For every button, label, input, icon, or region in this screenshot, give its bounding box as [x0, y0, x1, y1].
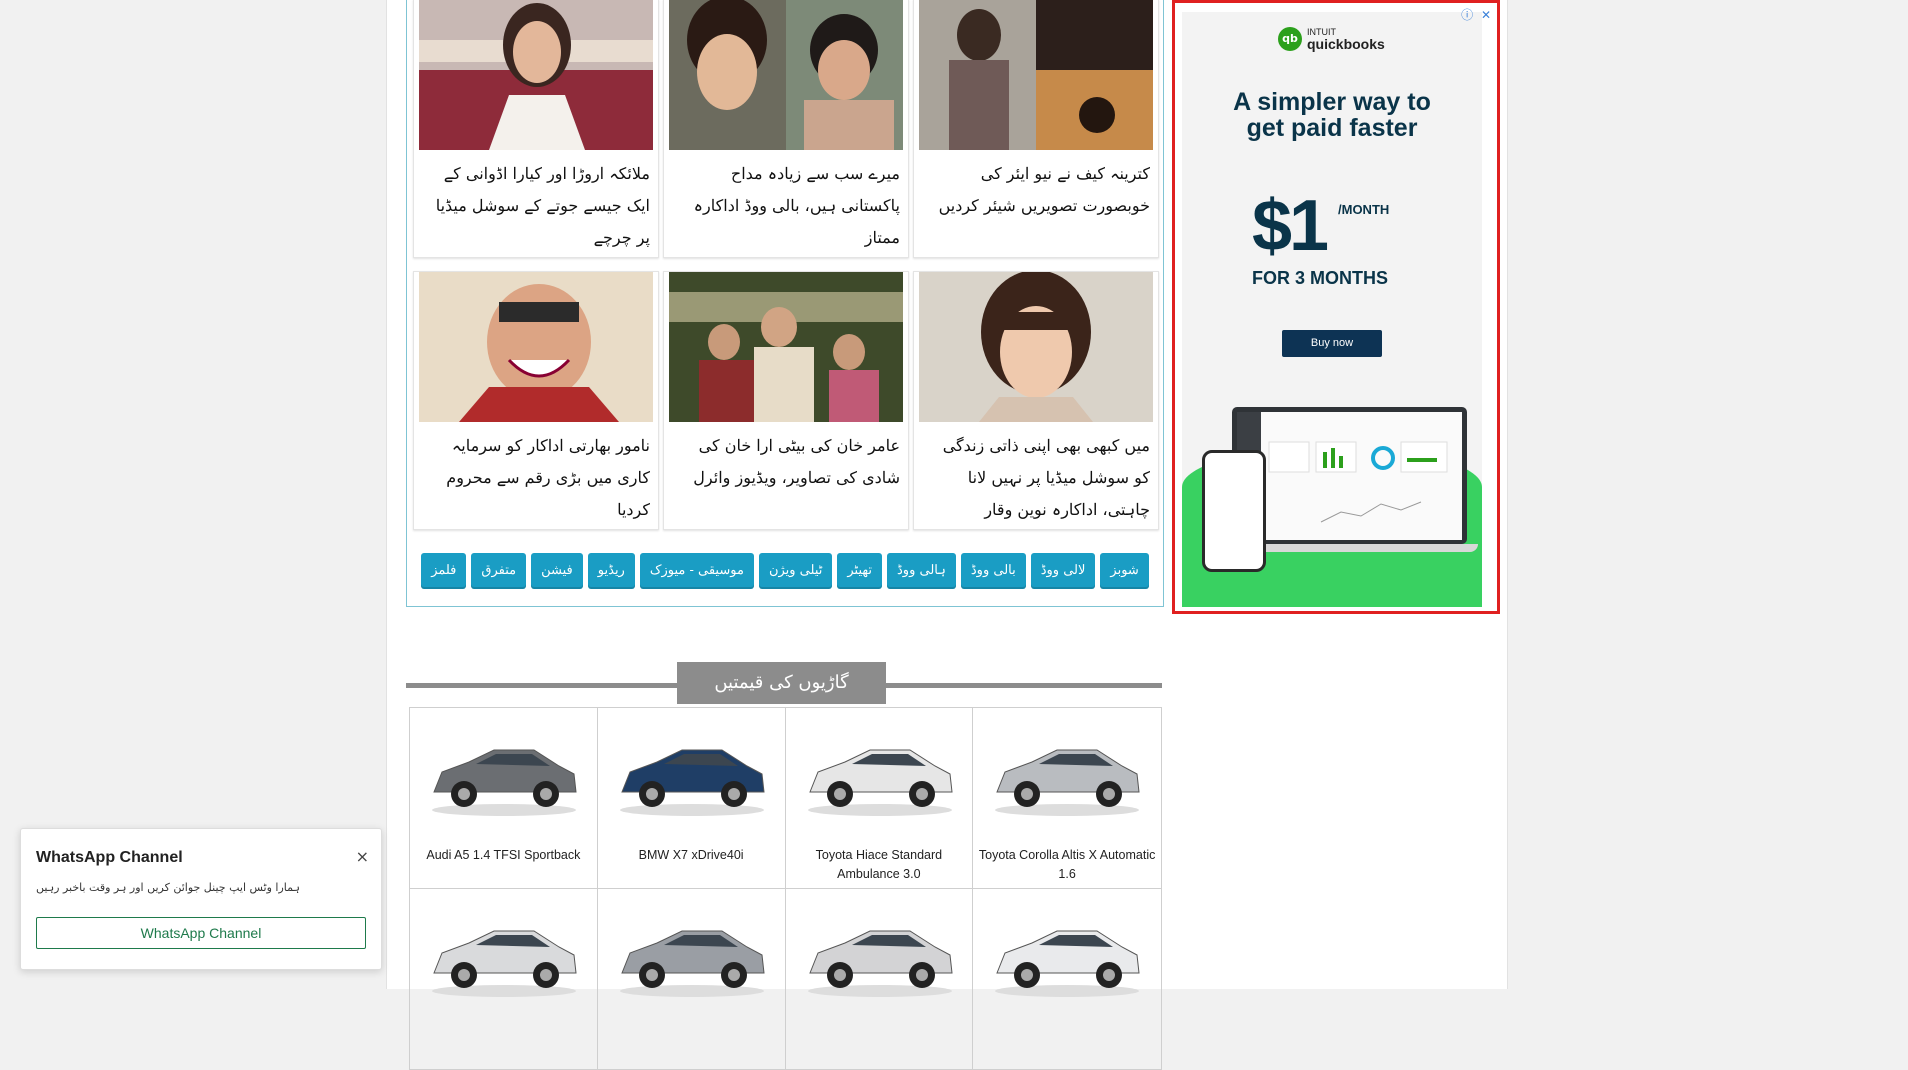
intuit-label: INTUIT: [1307, 26, 1336, 37]
ad-price: $1 /MONTH: [1252, 190, 1389, 262]
category-button[interactable]: شوبز: [1100, 553, 1149, 589]
news-card[interactable]: میرے سب سے زیادہ مداح پاکستانی ہیں، بالی…: [663, 0, 909, 258]
ad-duration: FOR 3 MONTHS: [1252, 268, 1389, 288]
info-icon[interactable]: ⓘ: [1461, 8, 1473, 22]
popup-message: ہمارا وٹس ایپ چینل جوائن کریں اور ہر وقت…: [36, 881, 300, 894]
close-icon[interactable]: ×: [356, 847, 369, 866]
category-buttons: شوبز لالی ووڈ بالی ووڈ ہالی ووڈ تھیٹر ٹی…: [407, 553, 1163, 589]
news-card[interactable]: کترینہ کیف نے نیو ایئر کی خوبصورت تصویری…: [913, 0, 1159, 258]
car-item[interactable]: [597, 889, 786, 1070]
news-title[interactable]: عامر خان کی بیٹی ارا خان کی شادی کی تصاو…: [672, 430, 900, 494]
showbiz-news-box: ملائکہ اروڑا اور کیارا اڈوانی کے ایک جیس…: [406, 0, 1164, 607]
car-item[interactable]: BMW X7 xDrive40i: [597, 708, 786, 889]
news-card[interactable]: نامور بھارتی اداکار کو سرمایہ کاری میں ب…: [413, 271, 659, 530]
news-card[interactable]: ملائکہ اروڑا اور کیارا اڈوانی کے ایک جیس…: [413, 0, 659, 258]
category-button[interactable]: فلمز: [421, 553, 467, 589]
quickbooks-label: quickbooks: [1307, 35, 1385, 52]
news-card[interactable]: عامر خان کی بیٹی ارا خان کی شادی کی تصاو…: [663, 271, 909, 530]
cars-section-title: گاڑیوں کی قیمتیں: [677, 662, 886, 704]
ad-headline: A simpler way to get paid faster: [1233, 88, 1431, 142]
category-button[interactable]: ریڈیو: [587, 553, 635, 589]
news-thumbnail[interactable]: [919, 272, 1153, 422]
ad-price-amount: $1: [1252, 186, 1329, 266]
category-button[interactable]: تھیٹر: [837, 553, 883, 589]
news-title[interactable]: ملائکہ اروڑا اور کیارا اڈوانی کے ایک جیس…: [422, 158, 650, 254]
qb-brand-text: INTUIT quickbooks: [1307, 26, 1385, 52]
car-image[interactable]: [612, 722, 772, 822]
ad-price-period: /MONTH: [1338, 202, 1390, 217]
category-button[interactable]: فیشن: [531, 553, 583, 589]
news-title[interactable]: میرے سب سے زیادہ مداح پاکستانی ہیں، بالی…: [672, 158, 900, 254]
news-thumbnail[interactable]: [919, 0, 1153, 150]
whatsapp-channel-popup: WhatsApp Channel × ہمارا وٹس ایپ چینل جو…: [20, 828, 382, 970]
ad-creative[interactable]: qb INTUIT quickbooks A simpler way to ge…: [1182, 12, 1482, 607]
popup-title: WhatsApp Channel: [36, 849, 183, 866]
car-name[interactable]: Toyota Hiace Standard Ambulance 3.0: [790, 846, 969, 884]
category-button[interactable]: متفرق: [471, 553, 527, 589]
car-item[interactable]: [785, 889, 974, 1070]
whatsapp-channel-button[interactable]: WhatsApp Channel: [36, 917, 366, 949]
car-image[interactable]: [800, 722, 960, 822]
news-card[interactable]: میں کبھی بھی اپنی ذاتی زندگی کو سوشل میڈ…: [913, 271, 1159, 530]
category-button[interactable]: موسیقی - میوزک: [639, 553, 754, 589]
news-title[interactable]: میں کبھی بھی اپنی ذاتی زندگی کو سوشل میڈ…: [922, 430, 1150, 526]
qb-logo-icon: qb: [1278, 27, 1302, 51]
car-item[interactable]: Toyota Corolla Altis X Automatic 1.6: [973, 708, 1161, 889]
quickbooks-logo: qb INTUIT quickbooks: [1278, 27, 1385, 51]
laptop-image: [1232, 407, 1467, 544]
car-item[interactable]: Toyota Hiace Standard Ambulance 3.0: [785, 708, 974, 889]
car-name[interactable]: Audi A5 1.4 TFSI Sportback: [414, 846, 593, 865]
news-thumbnail[interactable]: [419, 272, 653, 422]
quickbooks-ad[interactable]: qb INTUIT quickbooks A simpler way to ge…: [1172, 0, 1500, 614]
car-image[interactable]: [424, 722, 584, 822]
category-button[interactable]: لالی ووڈ: [1030, 553, 1096, 589]
car-image[interactable]: [612, 903, 772, 1003]
car-image[interactable]: [987, 903, 1147, 1003]
category-button[interactable]: ٹیلی ویژن: [758, 553, 833, 589]
news-title[interactable]: کترینہ کیف نے نیو ایئر کی خوبصورت تصویری…: [922, 158, 1150, 222]
car-item[interactable]: [973, 889, 1161, 1070]
car-prices-grid: Audi A5 1.4 TFSI Sportback BMW X7 xDrive4…: [409, 707, 1162, 1070]
close-icon[interactable]: ✕: [1481, 8, 1491, 22]
car-image[interactable]: [987, 722, 1147, 822]
news-thumbnail[interactable]: [419, 0, 653, 150]
category-button[interactable]: ہالی ووڈ: [887, 553, 956, 589]
news-thumbnail[interactable]: [669, 272, 903, 422]
category-button[interactable]: بالی ووڈ: [960, 553, 1026, 589]
car-name[interactable]: Toyota Corolla Altis X Automatic 1.6: [977, 846, 1157, 884]
news-title[interactable]: نامور بھارتی اداکار کو سرمایہ کاری میں ب…: [422, 430, 650, 526]
car-name[interactable]: BMW X7 xDrive40i: [602, 846, 781, 865]
buy-now-button[interactable]: Buy now: [1282, 330, 1382, 357]
car-image[interactable]: [424, 903, 584, 1003]
news-thumbnail[interactable]: [669, 0, 903, 150]
phone-image: [1202, 450, 1266, 572]
car-item[interactable]: Audi A5 1.4 TFSI Sportback: [410, 708, 598, 889]
ad-controls: ⓘ ✕: [1457, 6, 1491, 23]
car-image[interactable]: [800, 903, 960, 1003]
car-item[interactable]: [410, 889, 598, 1070]
